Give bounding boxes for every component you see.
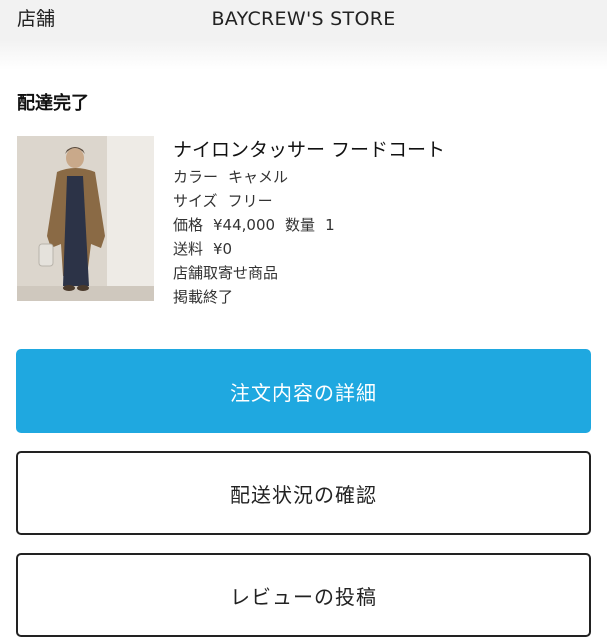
product-info: ナイロンタッサー フードコート カラー キャメル サイズ フリー 価格 ¥44,000… bbox=[173, 137, 445, 309]
product-name[interactable]: ナイロンタッサー フードコート bbox=[173, 137, 445, 163]
order-details-button[interactable]: 注文内容の詳細 bbox=[16, 349, 591, 433]
color-value: キャメル bbox=[228, 168, 289, 186]
product-color-row: カラー キャメル bbox=[173, 165, 445, 189]
store-name: BAYCREW'S STORE bbox=[211, 8, 396, 30]
price-label: 価格 bbox=[173, 216, 204, 234]
top-header: 店舗 BAYCREW'S STORE bbox=[0, 0, 607, 40]
post-review-button[interactable]: レビューの投稿 bbox=[16, 553, 591, 637]
store-pickup-note: 店舗取寄せ商品 bbox=[173, 264, 279, 282]
product-shipping-row: 送料 ¥0 bbox=[173, 237, 445, 261]
shipping-status-button[interactable]: 配送状況の確認 bbox=[16, 451, 591, 535]
header-fade bbox=[0, 40, 607, 70]
product-size-row: サイズ フリー bbox=[173, 189, 445, 213]
size-label: サイズ bbox=[173, 192, 218, 210]
size-value: フリー bbox=[227, 192, 273, 210]
shipping-fee-value: ¥0 bbox=[213, 240, 233, 258]
shipping-fee-label: 送料 bbox=[173, 240, 204, 258]
product-photo-illustration bbox=[17, 136, 154, 301]
quantity-value: 1 bbox=[325, 216, 335, 234]
color-label: カラー bbox=[173, 168, 219, 186]
delivery-status: 配達完了 bbox=[17, 93, 89, 114]
quantity-label: 数量 bbox=[285, 216, 316, 234]
price-value: ¥44,000 bbox=[213, 216, 276, 234]
listing-ended-note: 掲載終了 bbox=[173, 288, 234, 306]
product-image[interactable] bbox=[17, 136, 154, 301]
product-price-row: 価格 ¥44,000 数量 1 bbox=[173, 213, 445, 237]
